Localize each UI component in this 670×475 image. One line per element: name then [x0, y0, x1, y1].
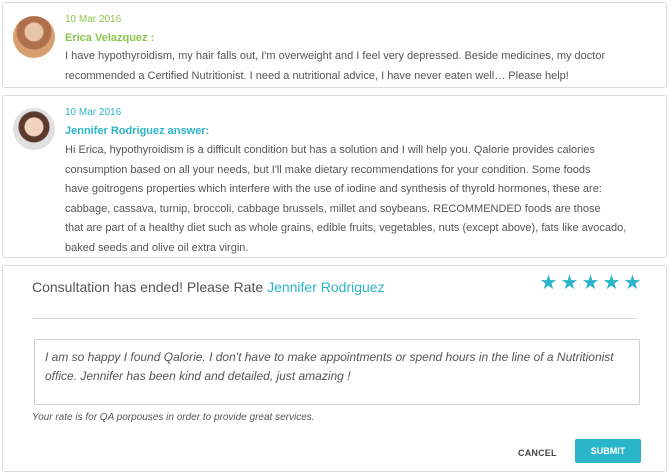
answer-card: 10 Mar 2016 Jennifer Rodriguez answer: H… — [2, 95, 667, 258]
review-textarea[interactable]: I am so happy I found Qalorie. I don't h… — [34, 339, 640, 405]
avatar — [13, 16, 55, 58]
rating-title-prefix: Consultation has ended! Please Rate — [32, 279, 264, 295]
rating-note: Your rate is for QA porpouses in order t… — [32, 412, 315, 423]
answer-line: Hi Erica, hypothyroidism is a difficult … — [65, 144, 595, 156]
nutritionist-name: Jennifer Rodriguez — [267, 279, 385, 295]
question-author: Erica Velazquez : — [65, 32, 155, 44]
answer-author: Jennifer Rodriguez answer: — [65, 125, 210, 137]
question-line: recommended a Certified Nutritionist. I … — [65, 69, 569, 82]
answer-line: have goitrogens properties which interfe… — [65, 183, 602, 195]
star-rating: ★ ★ ★ ★ ★ — [539, 273, 642, 293]
cancel-button[interactable]: CANCEL — [518, 448, 557, 458]
question-date: 10 Mar 2016 — [65, 14, 122, 25]
answer-message: Hi Erica, hypothyroidism is a difficult … — [65, 141, 660, 258]
answer-date: 10 Mar 2016 — [65, 107, 122, 118]
answer-line: that are part of a healthy diet such as … — [65, 222, 627, 234]
avatar — [13, 108, 55, 150]
star-icon[interactable]: ★ — [581, 273, 600, 293]
rating-title: Consultation has ended! Please Rate Jenn… — [32, 279, 385, 295]
rating-card: Consultation has ended! Please Rate Jenn… — [2, 265, 667, 472]
star-icon[interactable]: ★ — [560, 273, 579, 293]
star-icon[interactable]: ★ — [539, 273, 558, 293]
question-message: I have hypothyroidism, my hair falls out… — [65, 47, 660, 86]
question-card: 10 Mar 2016 Erica Velazquez : I have hyp… — [2, 2, 667, 88]
answer-line: baked seeds and olive oil extra virgin. — [65, 241, 249, 254]
star-icon[interactable]: ★ — [623, 273, 642, 293]
divider — [32, 318, 637, 319]
submit-button[interactable]: SUBMIT — [575, 439, 641, 463]
answer-line: consumption based on all your needs, but… — [65, 163, 591, 176]
question-line: I have hypothyroidism, my hair falls out… — [65, 50, 606, 62]
star-icon[interactable]: ★ — [602, 273, 621, 293]
answer-line: cabbage, cassava, turnip, broccoli, cabb… — [65, 202, 601, 215]
